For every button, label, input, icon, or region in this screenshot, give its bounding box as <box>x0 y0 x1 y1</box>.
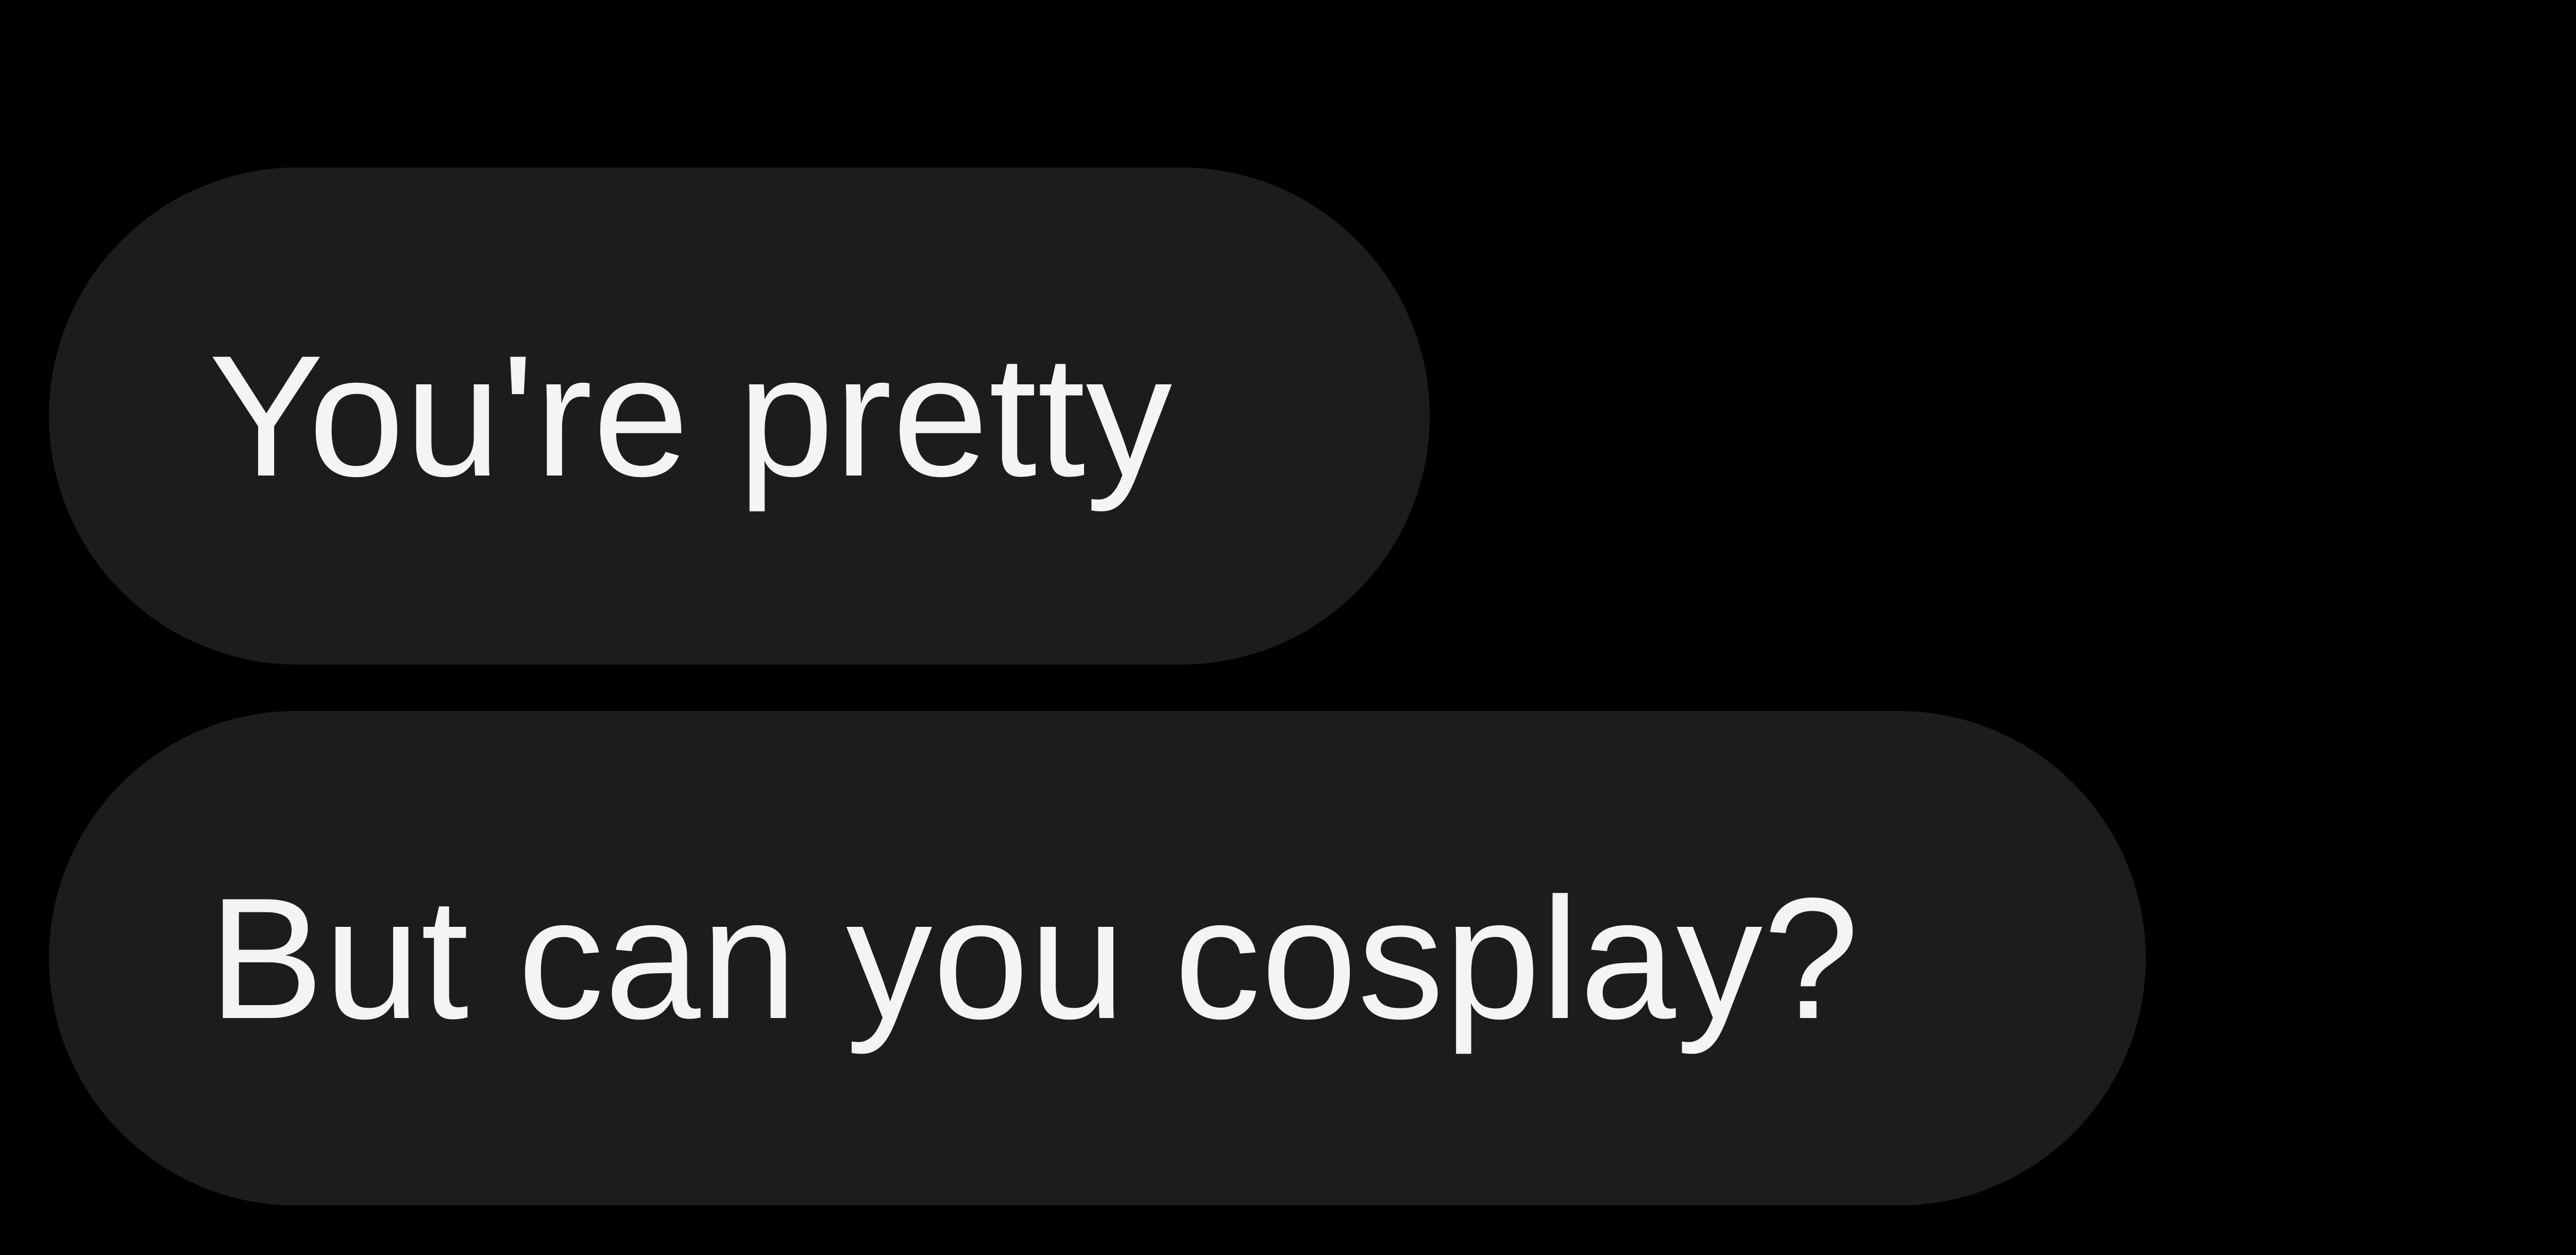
message-text: You're pretty <box>209 319 1173 512</box>
message-text: But can you cosplay? <box>209 861 1860 1055</box>
chat-thread: You're pretty But can you cosplay? <box>0 0 2576 1255</box>
message-bubble[interactable]: But can you cosplay? <box>49 711 2146 1206</box>
message-bubble[interactable]: You're pretty <box>49 167 1430 665</box>
